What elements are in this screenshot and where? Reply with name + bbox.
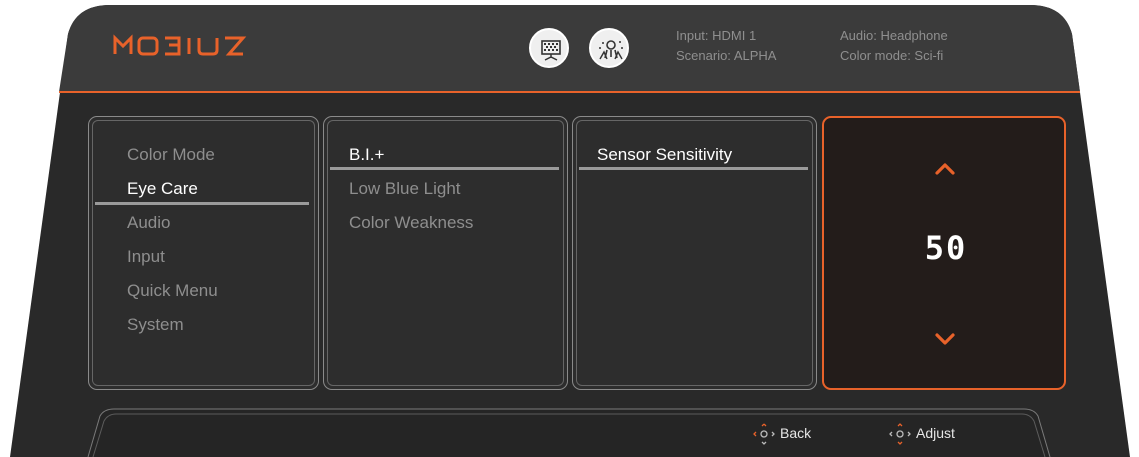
submenu-item-color-weakness[interactable]: Color Weakness [349,213,473,233]
brand-logo [113,30,253,62]
status-audio: Audio: Headphone [840,28,948,43]
status-audio-color: Audio: Headphone Color mode: Sci-fi [840,26,948,66]
scenario-icon [589,28,629,68]
status-scenario: Scenario: ALPHA [676,48,777,63]
main-menu-panel: Color Mode Eye Care Audio Input Quick Me… [88,116,319,390]
chevron-up-icon[interactable] [930,158,960,178]
submenu-item-bi-plus[interactable]: B.I.+ [349,145,384,165]
menu-item-color-mode[interactable]: Color Mode [127,145,215,165]
value-adjust-panel: 50 [822,116,1066,390]
joystick-icon [889,423,911,445]
adjust-label: Adjust [916,425,955,441]
menu-item-quick-menu[interactable]: Quick Menu [127,281,218,301]
joystick-icon [753,423,775,445]
option-panel: Sensor Sensitivity [572,116,817,390]
submenu-item-low-blue-light[interactable]: Low Blue Light [349,179,461,199]
chevron-down-icon[interactable] [930,330,960,350]
game-mode-icon [529,28,569,68]
status-input: Input: HDMI 1 [676,28,757,43]
status-color-mode: Color mode: Sci-fi [840,48,944,63]
menu-item-audio[interactable]: Audio [127,213,170,233]
selection-underline [579,167,808,170]
selection-underline [95,202,309,205]
selection-underline [330,167,559,170]
status-input-scenario: Input: HDMI 1 Scenario: ALPHA [676,26,776,66]
back-label: Back [780,425,812,441]
submenu-panel: B.I.+ Low Blue Light Color Weakness [323,116,568,390]
sensitivity-value: 50 [924,229,968,267]
menu-item-system[interactable]: System [127,315,184,335]
menu-item-input[interactable]: Input [127,247,165,267]
menu-item-eye-care[interactable]: Eye Care [127,179,198,199]
option-item-sensor-sensitivity[interactable]: Sensor Sensitivity [597,145,732,165]
